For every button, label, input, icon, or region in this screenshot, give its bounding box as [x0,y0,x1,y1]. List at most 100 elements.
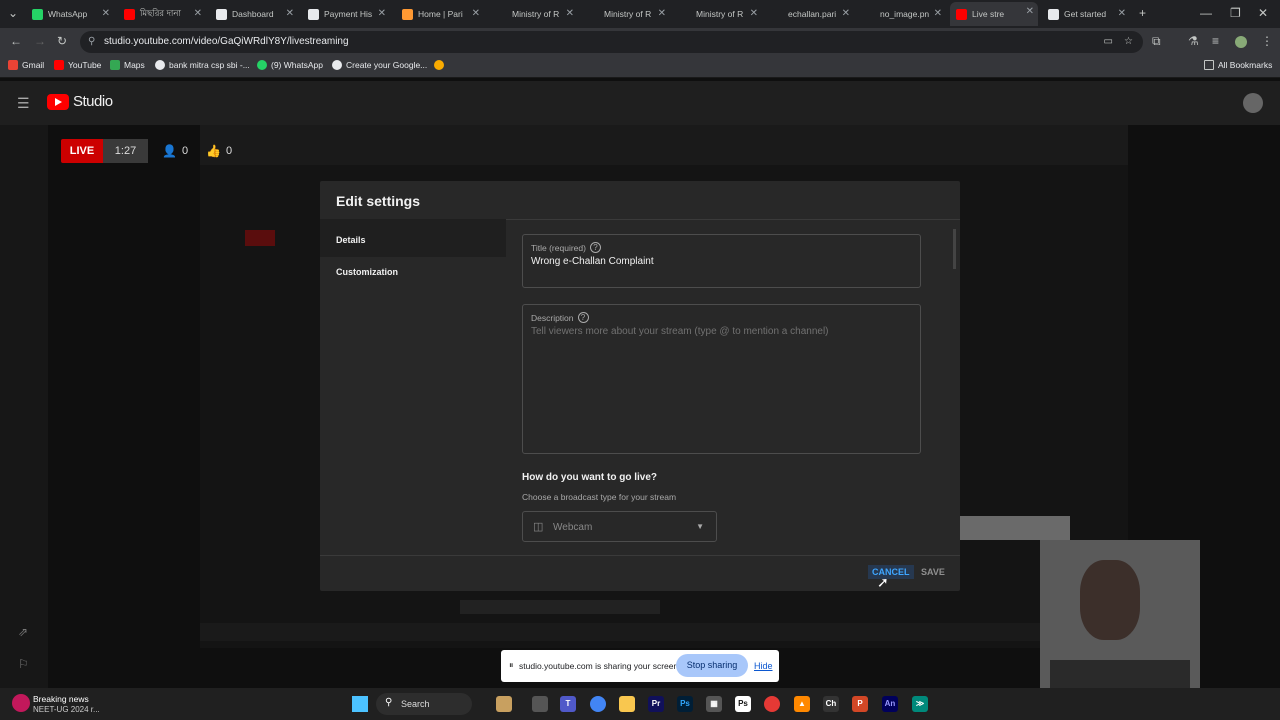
tab-favicon-icon [956,8,967,20]
browser-tab[interactable]: WhatsApp ✕ [26,4,114,24]
character-app-icon[interactable]: Ch [823,696,839,712]
tab-close-icon[interactable]: ✕ [472,8,480,19]
help-icon[interactable]: ? [589,242,601,253]
tab-close-icon[interactable]: ✕ [286,8,294,19]
task-view-icon[interactable] [532,696,548,712]
tab-close-icon[interactable]: ✕ [658,8,666,19]
bookmark-bank-mitra[interactable]: bank mitra csp sbi -... [155,60,250,70]
browser-tab[interactable]: Live stre ✕ [950,2,1038,26]
browser-tab[interactable]: no_image.pn ✕ [858,4,946,24]
bookmark-whatsapp[interactable]: (9) WhatsApp [257,60,323,70]
photoshop-icon[interactable]: Ps [677,696,693,712]
windows-start-icon[interactable] [352,696,368,712]
record-app-icon[interactable] [764,696,780,712]
bookmark-maps[interactable]: Maps [110,60,145,70]
mouse-cursor-icon: ➚ [877,574,889,590]
forward-icon[interactable]: → [34,34,46,48]
reload-icon[interactable]: ↻ [57,34,67,48]
profile-avatar[interactable] [1235,36,1247,48]
stop-sharing-button[interactable]: Stop sharing [676,654,748,677]
media-icon[interactable]: ≡ [1212,34,1219,48]
news-title[interactable]: Breaking news [33,694,89,704]
tab-close-icon[interactable]: ✕ [750,8,758,19]
google-icon [332,60,342,70]
url-input[interactable]: ⚲ studio.youtube.com/video/GaQiWRdlY8Y/l… [80,31,1143,53]
browser-tab[interactable]: Home | Pari ✕ [396,4,484,24]
animate-icon[interactable]: An [882,696,898,712]
tab-favicon-icon [588,8,599,20]
bookmark-emoji[interactable] [434,60,448,70]
tab-close-icon[interactable]: ✕ [1118,8,1126,19]
all-bookmarks-label: All Bookmarks [1218,60,1273,70]
teams-icon[interactable]: T [560,696,576,712]
browser-tab[interactable]: Ministry of R ✕ [582,4,670,24]
title-field[interactable]: Title (required)? Wrong e-Challan Compla… [522,234,921,288]
new-tab-button[interactable]: + [1139,6,1146,20]
account-avatar[interactable] [1243,93,1263,113]
browser-tab[interactable]: মিছরির দানা ✕ [118,4,206,24]
hide-button[interactable]: Hide [754,661,773,671]
tab-close-icon[interactable]: ✕ [194,8,202,19]
bookmark-star-icon[interactable]: ☆ [1124,31,1133,53]
camera-icon[interactable]: ▭ [1104,31,1113,53]
tab-close-icon[interactable]: ✕ [1026,6,1034,17]
tab-close-icon[interactable]: ✕ [934,8,942,19]
ps-app-icon[interactable]: Ps [735,696,751,712]
tab-search-icon[interactable]: ⌄ [8,6,18,20]
app-icon[interactable]: ≫ [912,696,928,712]
tab-close-icon[interactable]: ✕ [842,8,850,19]
bookmark-youtube[interactable]: YouTube [54,60,101,70]
description-label-text: Description [531,312,574,323]
folder-icon [1204,60,1214,70]
browser-tab[interactable]: Payment His ✕ [302,4,390,24]
bookmark-create-google[interactable]: Create your Google... [332,60,427,70]
feedback-icon[interactable]: ⚐ [18,657,29,671]
hamburger-menu-icon[interactable]: ☰ [17,95,30,112]
browser-tab[interactable]: Ministry of R ✕ [674,4,762,24]
lab-icon[interactable]: ⚗ [1188,34,1199,48]
maximize-button[interactable]: ❐ [1230,6,1241,20]
tab-close-icon[interactable]: ✕ [102,8,110,19]
tab-close-icon[interactable]: ✕ [566,8,574,19]
tab-details[interactable]: Details [336,235,366,245]
menu-dots-icon[interactable]: ⋮ [1261,34,1273,48]
broadcast-type-select[interactable]: ◫ Webcam ▼ [522,511,717,542]
title-label-text: Title (required) [531,242,586,253]
tab-favicon-icon [1048,8,1059,20]
save-button[interactable]: SAVE [921,567,945,577]
tab-customization[interactable]: Customization [336,267,398,277]
taskbar-search[interactable]: ⚲ Search [376,693,472,715]
cancel-button[interactable]: CANCEL [868,565,914,579]
taskbar-search-label: Search [401,699,430,709]
widgets-icon[interactable] [496,696,512,712]
tab-favicon-icon [32,8,43,20]
tab-title: Home | Pari [418,9,463,19]
browser-tab[interactable]: Dashboard ✕ [210,4,298,24]
external-link-icon[interactable]: ⇗ [18,625,28,639]
browser-tab[interactable]: Ministry of R ✕ [490,4,578,24]
description-field[interactable]: Description? Tell viewers more about you… [522,304,921,454]
site-info-icon[interactable]: ⚲ [88,31,95,53]
extensions-icon[interactable]: ⧉ [1152,34,1161,49]
news-icon[interactable] [12,694,30,712]
minimize-button[interactable]: — [1200,6,1212,20]
back-icon[interactable]: ← [10,34,22,48]
close-window-button[interactable]: ✕ [1258,6,1268,20]
browser-tab[interactable]: Get started ✕ [1042,4,1130,24]
google-icon [155,60,165,70]
bookmark-gmail[interactable]: Gmail [8,60,44,70]
help-icon[interactable]: ? [577,312,589,323]
tab-close-icon[interactable]: ✕ [378,8,386,19]
premiere-icon[interactable]: Pr [648,696,664,712]
pause-icon: ⏸ [509,660,514,670]
tab-favicon-icon [772,8,783,20]
scrollbar[interactable] [953,229,956,269]
youtube-logo-icon[interactable] [47,94,69,110]
calculator-icon[interactable]: ▦ [706,696,722,712]
browser-tab[interactable]: echallan.pari ✕ [766,4,854,24]
all-bookmarks[interactable]: All Bookmarks [1204,60,1272,70]
file-explorer-icon[interactable] [619,696,635,712]
chrome-icon[interactable] [590,696,606,712]
powerpoint-icon[interactable]: P [852,696,868,712]
vlc-icon[interactable]: ▲ [794,696,810,712]
